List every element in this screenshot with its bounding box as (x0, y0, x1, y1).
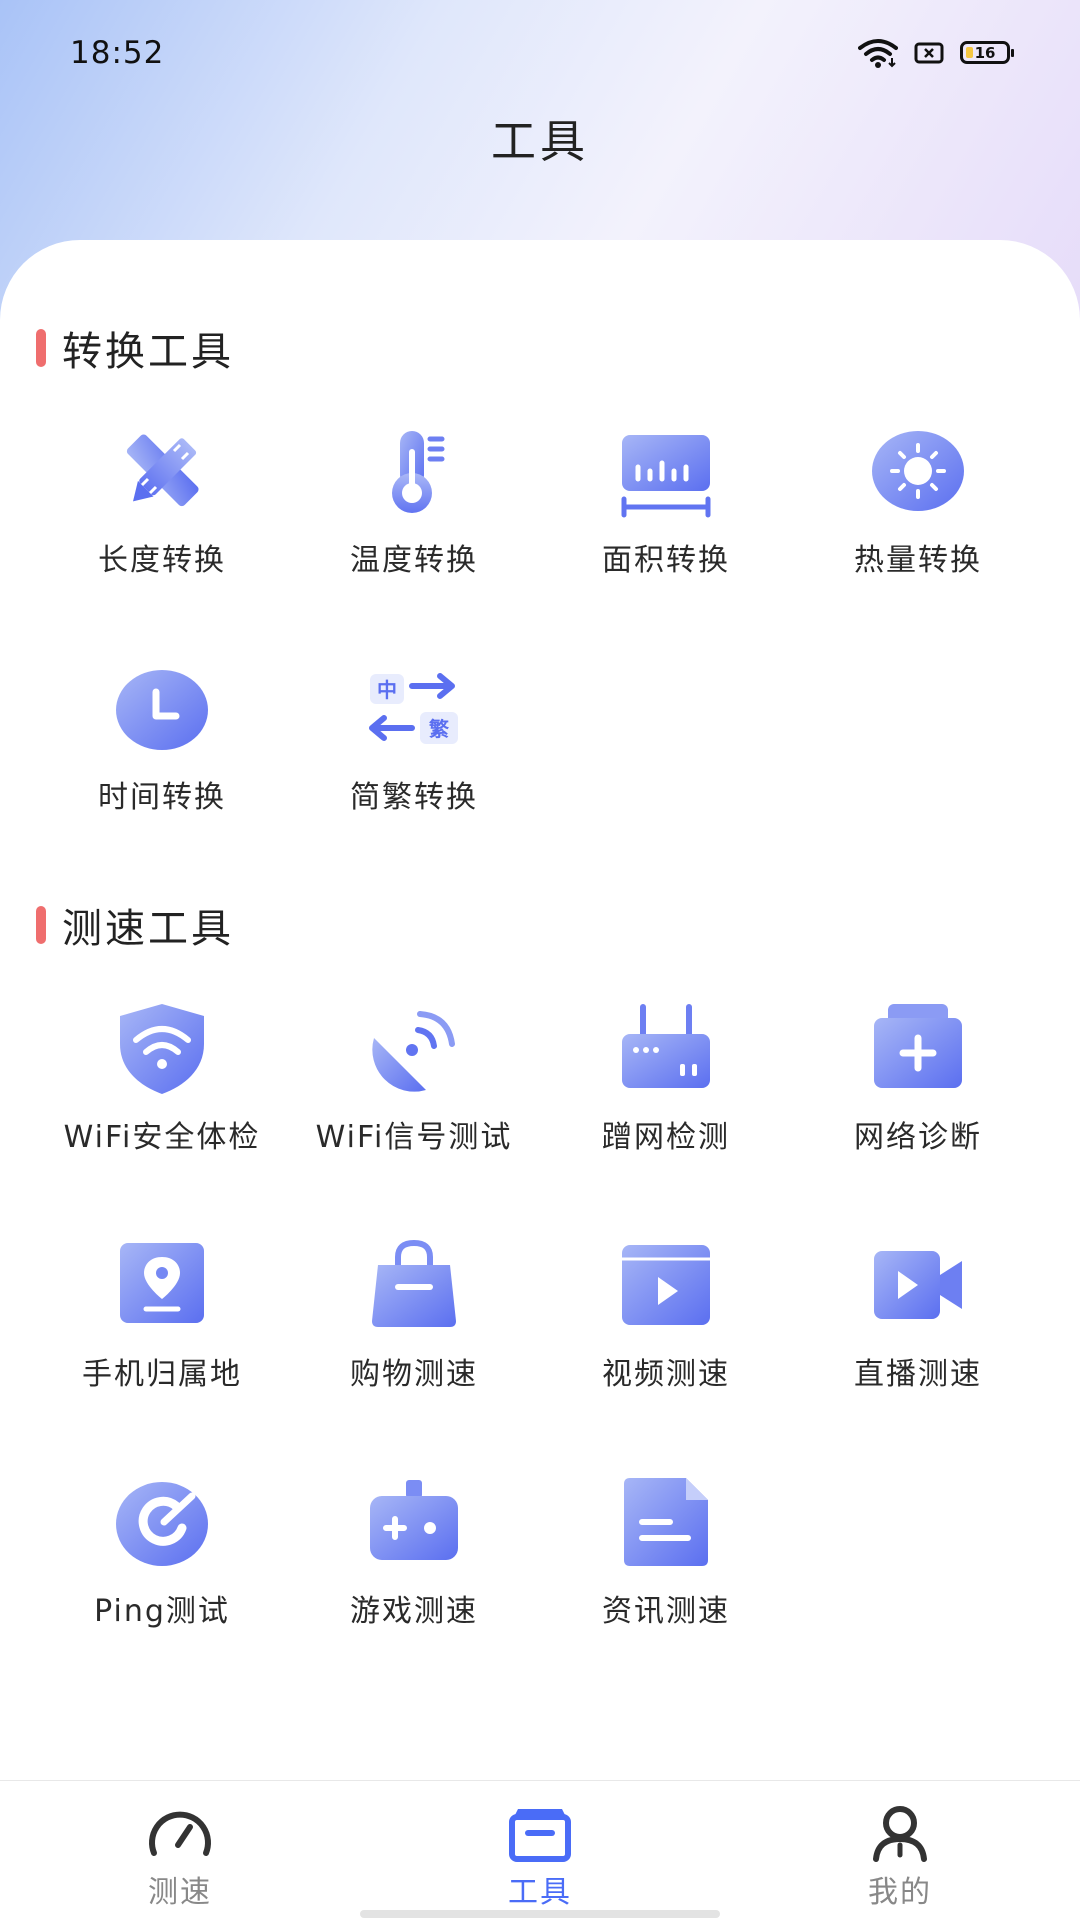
tool-rub-net-detect[interactable]: 蹭网检测 (540, 980, 792, 1217)
convert-glyph-top: 中 (377, 678, 397, 702)
router-icon (616, 998, 716, 1098)
clock-icon (112, 658, 212, 758)
thermometer-icon (364, 421, 464, 521)
battery-level: 16 (974, 43, 996, 62)
tool-label: 资讯测速 (602, 1594, 730, 1629)
tool-label: 购物测速 (350, 1357, 478, 1392)
section-title-text: 测速工具 (62, 906, 234, 952)
sun-icon (868, 421, 968, 521)
tool-temperature-convert[interactable]: 温度转换 (288, 403, 540, 640)
tool-heat-convert[interactable]: 热量转换 (792, 403, 1044, 640)
tool-label: 视频测速 (602, 1357, 730, 1392)
tool-shopping-speed[interactable]: 购物测速 (288, 1217, 540, 1454)
tool-ping-test[interactable]: Ping测试 (36, 1454, 288, 1691)
speed-tools-grid: WiFi安全体检 WiFi信号测试 蹭网检测 网络诊断 手机归属地 购物测速 视… (36, 980, 1044, 1691)
home-indicator[interactable] (360, 1910, 720, 1918)
bottom-nav: 测速 工具 我的 (0, 1780, 1080, 1920)
nav-item-mine[interactable]: 我的 (750, 1781, 1050, 1911)
tool-label: 游戏测速 (350, 1594, 478, 1629)
status-time: 18:52 (70, 34, 165, 71)
status-bar: 18:52 16 (0, 0, 1080, 105)
tool-label: 热量转换 (854, 543, 982, 578)
tool-label: 时间转换 (98, 780, 226, 815)
user-icon (873, 1806, 927, 1862)
tool-label: 面积转换 (602, 543, 730, 578)
tool-label: 网络诊断 (854, 1120, 982, 1155)
section-title-convert: 转换工具 (36, 320, 234, 376)
wifi-shield-icon (112, 998, 212, 1098)
section-accent-bar (36, 329, 46, 367)
page-title: 工具 (490, 115, 589, 168)
convert-glyph-bottom: 繁 (429, 717, 450, 741)
status-icons: 16 (858, 38, 1014, 68)
speedometer-icon (149, 1811, 211, 1856)
video-player-icon (616, 1235, 716, 1335)
section-title-speed: 测速工具 (36, 897, 234, 953)
tool-label: 温度转换 (350, 543, 478, 578)
tool-label: 长度转换 (98, 543, 226, 578)
tools-screen: 18:52 16 工具 转换工具 长度转换 温度转换 面积转换 热量转换 时间转… (0, 0, 1080, 1920)
tool-area-convert[interactable]: 面积转换 (540, 403, 792, 640)
section-title-text: 转换工具 (62, 329, 234, 375)
toolbox-icon (509, 1809, 571, 1862)
tool-label: 直播测速 (854, 1357, 982, 1392)
tool-news-speed[interactable]: 资讯测速 (540, 1454, 792, 1691)
tool-label: 简繁转换 (350, 780, 478, 815)
nav-item-tools[interactable]: 工具 (390, 1781, 690, 1911)
tool-phone-location[interactable]: 手机归属地 (36, 1217, 288, 1454)
shopping-bag-icon (364, 1235, 464, 1335)
tool-time-convert[interactable]: 时间转换 (36, 640, 288, 877)
nav-label: 我的 (868, 1875, 932, 1910)
battery-icon: 16 (960, 41, 1014, 64)
tool-game-speed[interactable]: 游戏测速 (288, 1454, 540, 1691)
video-camera-icon (868, 1235, 968, 1335)
location-card-icon (112, 1235, 212, 1335)
area-ruler-icon (616, 421, 716, 521)
wifi-icon (858, 38, 898, 68)
tool-live-speed[interactable]: 直播测速 (792, 1217, 1044, 1454)
medical-kit-icon (868, 998, 968, 1098)
nav-item-speed-test[interactable]: 测速 (30, 1781, 330, 1911)
tool-network-diagnosis[interactable]: 网络诊断 (792, 980, 1044, 1217)
convert-tools-grid: 长度转换 温度转换 面积转换 热量转换 时间转换 中 繁 简繁转换 (36, 403, 1044, 877)
nav-label: 测速 (148, 1875, 212, 1910)
gamepad-icon (364, 1472, 464, 1572)
chinese-convert-icon: 中 繁 (364, 658, 464, 758)
nav-label: 工具 (508, 1875, 572, 1910)
ping-gauge-icon (112, 1472, 212, 1572)
tool-chinese-convert[interactable]: 中 繁 简繁转换 (288, 640, 540, 877)
tool-wifi-security[interactable]: WiFi安全体检 (36, 980, 288, 1217)
tool-wifi-signal[interactable]: WiFi信号测试 (288, 980, 540, 1217)
tool-label: WiFi安全体检 (63, 1120, 261, 1155)
tool-length-convert[interactable]: 长度转换 (36, 403, 288, 640)
tool-label: WiFi信号测试 (315, 1120, 513, 1155)
document-icon (616, 1472, 716, 1572)
section-accent-bar (36, 906, 46, 944)
sim-card-icon (914, 42, 944, 63)
ruler-pencil-icon (112, 421, 212, 521)
satellite-dish-icon (364, 998, 464, 1098)
tool-label: 蹭网检测 (602, 1120, 730, 1155)
tool-video-speed[interactable]: 视频测速 (540, 1217, 792, 1454)
tool-label: 手机归属地 (82, 1357, 242, 1392)
tool-label: Ping测试 (94, 1594, 230, 1629)
